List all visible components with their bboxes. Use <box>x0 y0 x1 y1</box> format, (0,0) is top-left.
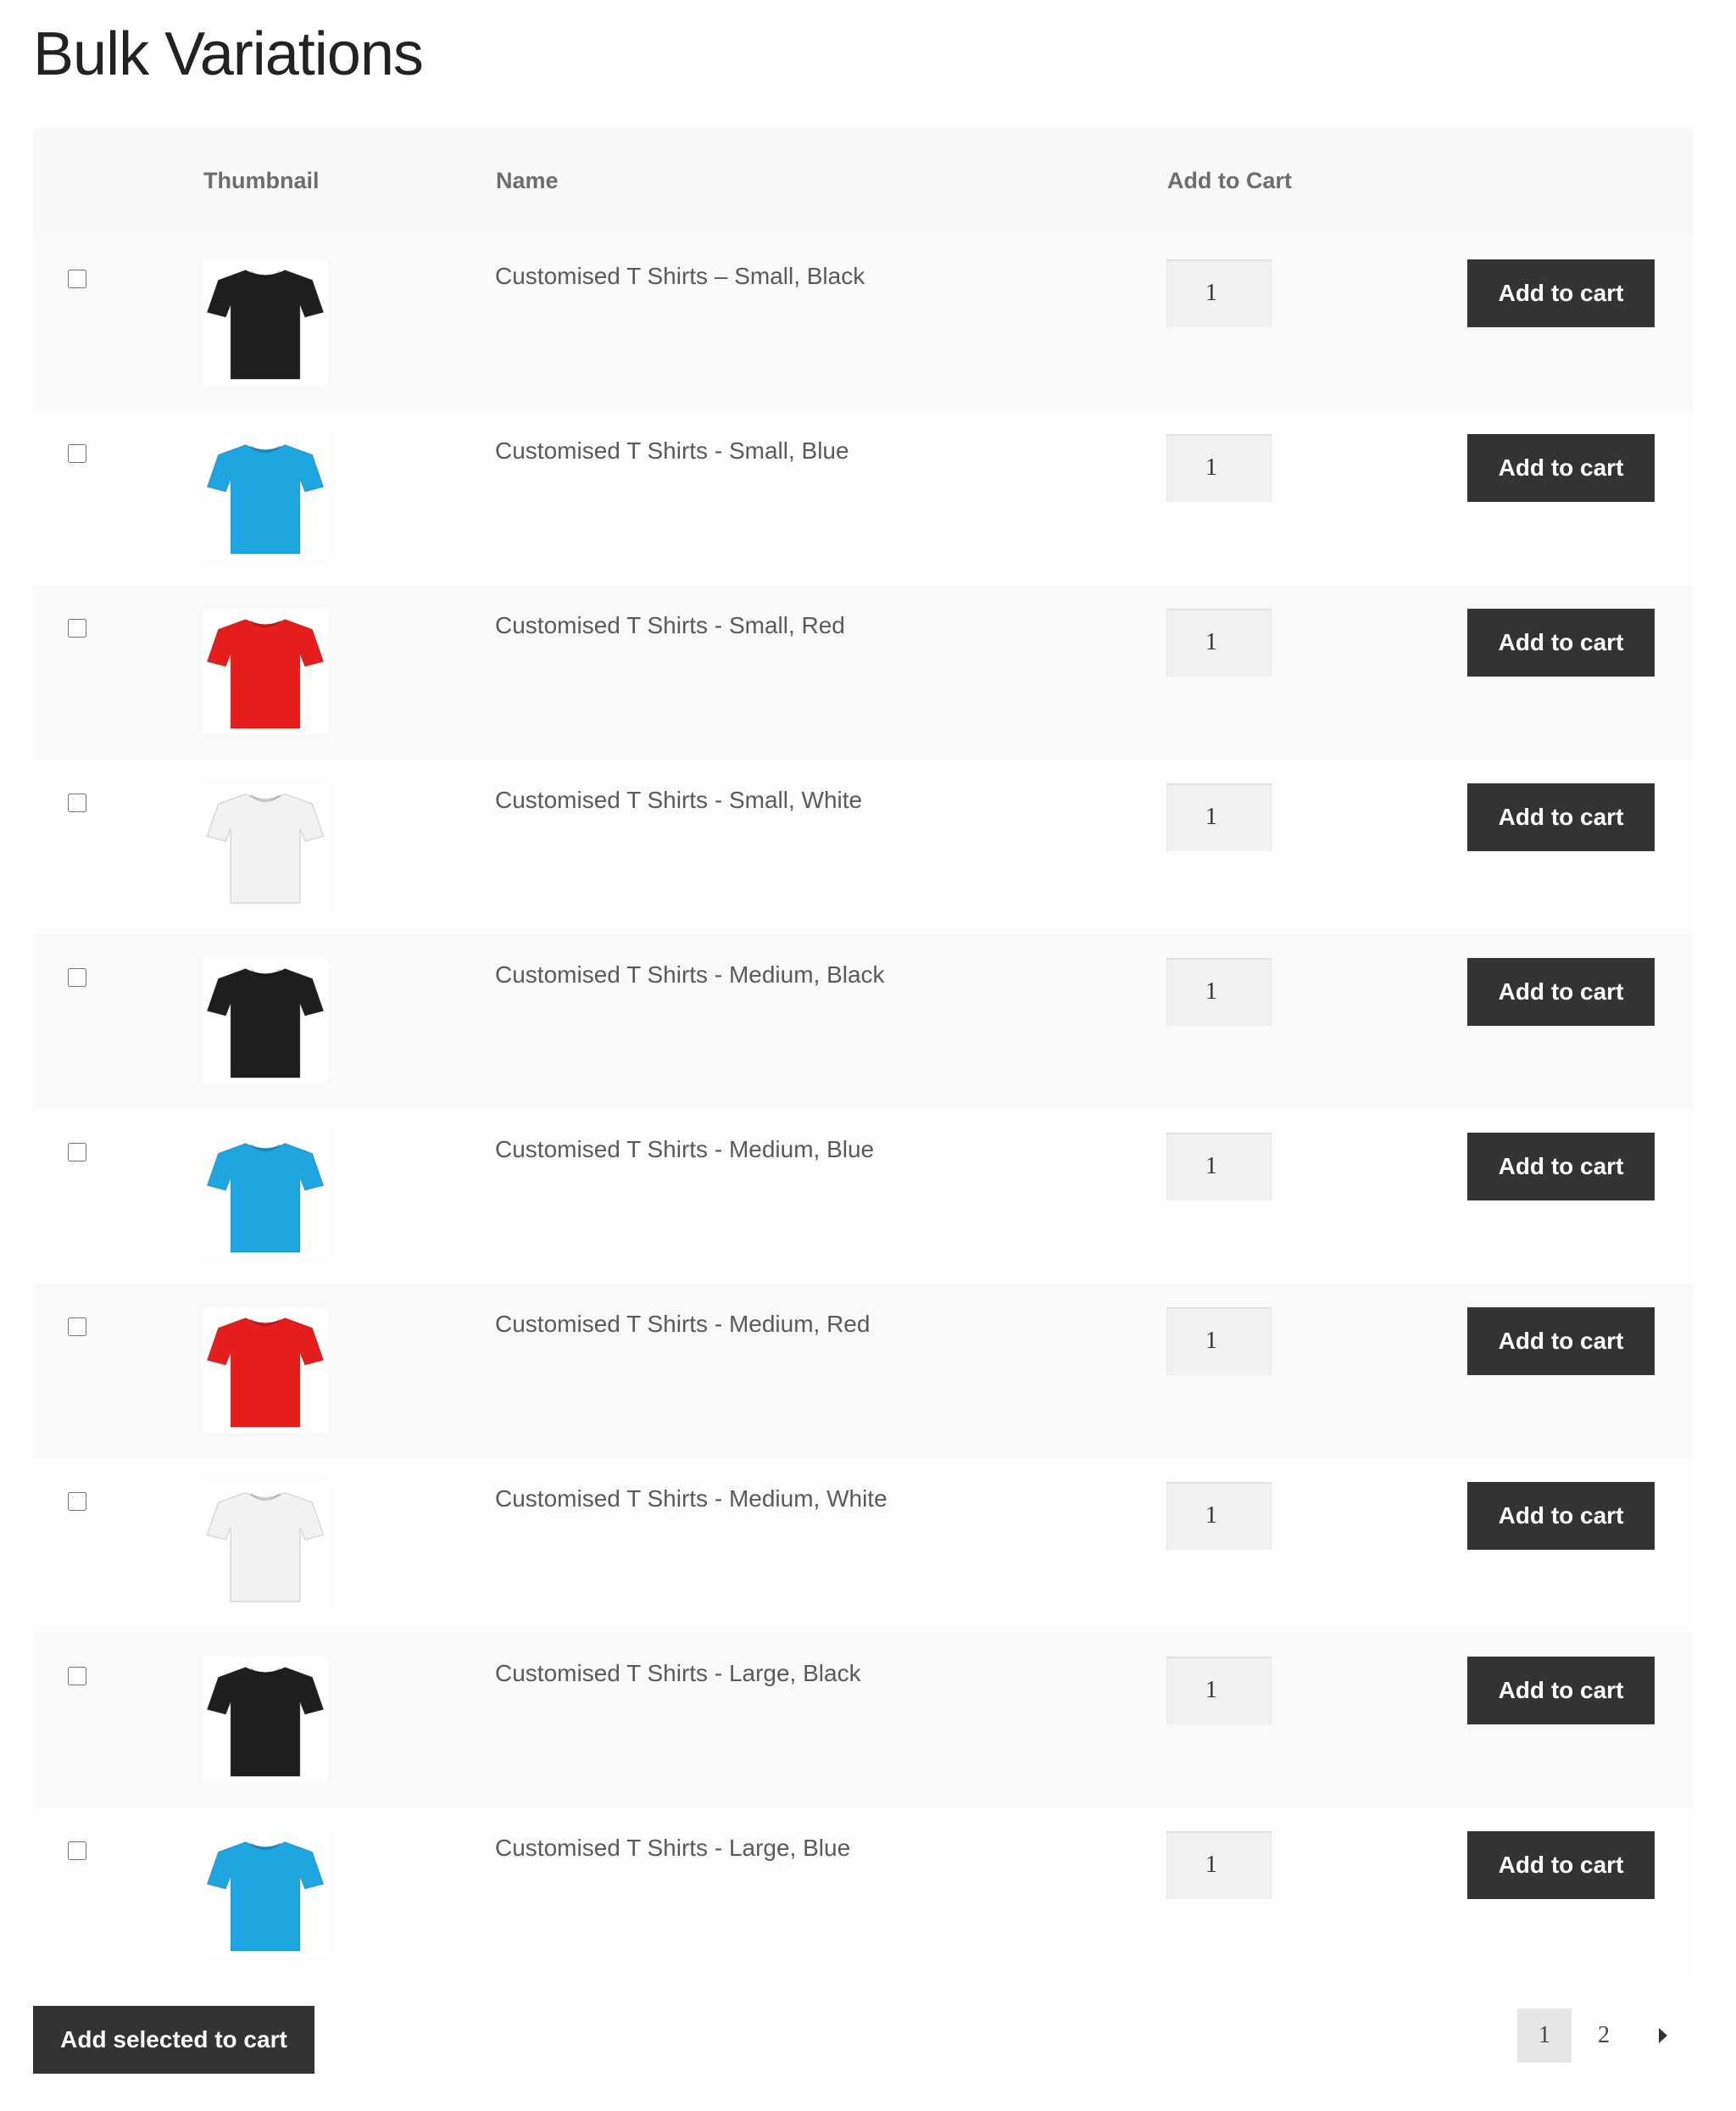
table-row: Customised T Shirts - Large, Blue Add to… <box>33 1807 1693 1982</box>
table-header: Thumbnail Name Add to Cart <box>33 128 1693 236</box>
variation-name: Customised T Shirts - Small, Red <box>495 612 845 638</box>
page-title: Bulk Variations <box>33 20 424 88</box>
tshirt-icon <box>206 1666 325 1777</box>
row-select-checkbox[interactable] <box>68 619 86 638</box>
table-row: Customised T Shirts - Small, White Add t… <box>33 760 1693 934</box>
variation-name: Customised T Shirts - Medium, Red <box>495 1311 871 1337</box>
quantity-input[interactable] <box>1166 958 1271 1026</box>
variation-name: Customised T Shirts - Medium, Black <box>495 961 885 988</box>
quantity-input[interactable] <box>1166 1307 1271 1375</box>
variation-name: Customised T Shirts - Small, White <box>495 787 863 813</box>
product-thumbnail <box>203 259 328 385</box>
table-row: Customised T Shirts - Medium, White Add … <box>33 1458 1693 1633</box>
quantity-input[interactable] <box>1166 434 1271 502</box>
tshirt-icon <box>206 793 325 904</box>
product-thumbnail <box>203 1133 328 1258</box>
quantity-input[interactable] <box>1166 1657 1271 1724</box>
table-row: Customised T Shirts - Large, Black Add t… <box>33 1633 1693 1807</box>
product-thumbnail <box>203 1657 328 1782</box>
add-to-cart-button[interactable]: Add to cart <box>1467 1831 1655 1899</box>
page-2-link[interactable]: 2 <box>1577 2008 1631 2063</box>
tshirt-icon <box>206 1491 325 1602</box>
header-add-to-cart: Add to Cart <box>1167 168 1292 193</box>
variations-table: Thumbnail Name Add to Cart Customised T … <box>33 128 1693 1982</box>
product-thumbnail <box>203 1482 328 1607</box>
row-select-checkbox[interactable] <box>68 444 86 463</box>
tshirt-icon <box>206 269 325 380</box>
variation-name: Customised T Shirts - Large, Blue <box>495 1835 851 1861</box>
row-select-checkbox[interactable] <box>68 1841 86 1860</box>
row-select-checkbox[interactable] <box>68 1143 86 1161</box>
quantity-input[interactable] <box>1166 1831 1271 1899</box>
add-selected-to-cart-button[interactable]: Add selected to cart <box>33 2006 314 2074</box>
table-row: Customised T Shirts - Small, Blue Add to… <box>33 410 1693 585</box>
product-thumbnail <box>203 1307 328 1433</box>
row-select-checkbox[interactable] <box>68 1492 86 1511</box>
row-select-checkbox[interactable] <box>68 270 86 288</box>
table-row: Customised T Shirts – Small, Black Add t… <box>33 236 1693 410</box>
caret-right-icon <box>1659 2028 1667 2043</box>
tshirt-icon <box>206 618 325 729</box>
table-body: Customised T Shirts – Small, Black Add t… <box>33 236 1693 1982</box>
add-to-cart-button[interactable]: Add to cart <box>1467 1133 1655 1200</box>
table-row: Customised T Shirts - Medium, Black Add … <box>33 934 1693 1109</box>
add-to-cart-button[interactable]: Add to cart <box>1467 783 1655 851</box>
add-to-cart-button[interactable]: Add to cart <box>1467 958 1655 1026</box>
row-select-checkbox[interactable] <box>68 968 86 987</box>
row-select-checkbox[interactable] <box>68 1317 86 1336</box>
add-to-cart-button[interactable]: Add to cart <box>1467 1657 1655 1724</box>
next-page-button[interactable] <box>1636 2008 1690 2063</box>
variation-name: Customised T Shirts - Large, Black <box>495 1660 861 1686</box>
page-1-link[interactable]: 1 <box>1517 2008 1572 2063</box>
table-row: Customised T Shirts - Small, Red Add to … <box>33 585 1693 760</box>
table-row: Customised T Shirts - Medium, Blue Add t… <box>33 1109 1693 1284</box>
row-select-checkbox[interactable] <box>68 794 86 812</box>
variation-name: Customised T Shirts – Small, Black <box>495 263 865 289</box>
product-thumbnail <box>203 958 328 1083</box>
tshirt-icon <box>206 443 325 554</box>
add-to-cart-button[interactable]: Add to cart <box>1467 1482 1655 1550</box>
product-thumbnail <box>203 1831 328 1957</box>
tshirt-icon <box>206 967 325 1078</box>
quantity-input[interactable] <box>1166 259 1271 327</box>
quantity-input[interactable] <box>1166 609 1271 677</box>
add-to-cart-button[interactable]: Add to cart <box>1467 259 1655 327</box>
add-to-cart-button[interactable]: Add to cart <box>1467 1307 1655 1375</box>
variation-name: Customised T Shirts - Small, Blue <box>495 437 849 464</box>
tshirt-icon <box>206 1142 325 1253</box>
tshirt-icon <box>206 1841 325 1952</box>
row-select-checkbox[interactable] <box>68 1667 86 1685</box>
table-row: Customised T Shirts - Medium, Red Add to… <box>33 1284 1693 1458</box>
variation-name: Customised T Shirts - Medium, Blue <box>495 1136 875 1162</box>
quantity-input[interactable] <box>1166 1133 1271 1200</box>
product-thumbnail <box>203 434 328 560</box>
header-name: Name <box>496 168 559 193</box>
quantity-input[interactable] <box>1166 783 1271 851</box>
pagination: 1 2 <box>1517 2008 1690 2063</box>
variation-name: Customised T Shirts - Medium, White <box>495 1485 887 1512</box>
add-to-cart-button[interactable]: Add to cart <box>1467 609 1655 677</box>
tshirt-icon <box>206 1317 325 1428</box>
quantity-input[interactable] <box>1166 1482 1271 1550</box>
product-thumbnail <box>203 783 328 909</box>
header-thumbnail: Thumbnail <box>203 168 320 193</box>
product-thumbnail <box>203 609 328 734</box>
add-to-cart-button[interactable]: Add to cart <box>1467 434 1655 502</box>
